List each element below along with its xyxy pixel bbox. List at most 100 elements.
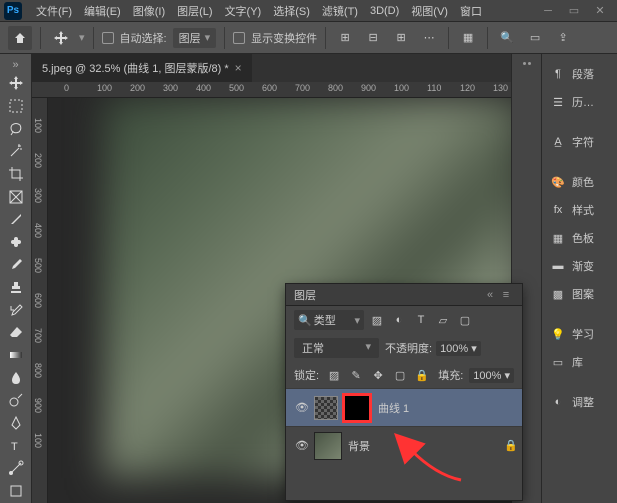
layer-name[interactable]: 曲线 1 (378, 400, 518, 416)
opacity-label: 不透明度: (385, 340, 432, 356)
panel-history[interactable]: ☰历… (542, 88, 617, 116)
layer-thumbnail[interactable] (314, 432, 342, 460)
transform-checkbox[interactable] (233, 32, 245, 44)
panel-adjustments[interactable]: ◐调整 (542, 388, 617, 416)
history-icon: ☰ (550, 94, 566, 110)
layers-panel-title[interactable]: 图层 (294, 287, 482, 303)
visibility-icon[interactable]: 👁 (290, 439, 314, 452)
layer-mask-thumbnail[interactable] (342, 393, 372, 423)
ruler-vertical[interactable]: 100200300400500600700800900100 (32, 98, 48, 503)
lock-artboard-icon[interactable]: ▢ (391, 366, 409, 384)
menu-type[interactable]: 文字(Y) (219, 3, 268, 19)
adjustment-thumbnail[interactable] (314, 396, 338, 420)
tab-title: 5.jpeg @ 32.5% (曲线 1, 图层蒙版/8) * (42, 60, 229, 76)
dodge-tool[interactable] (2, 390, 30, 411)
history-brush-tool[interactable] (2, 299, 30, 320)
menu-file[interactable]: 文件(F) (30, 3, 78, 19)
lock-paint-icon[interactable]: ✎ (347, 366, 365, 384)
crop-tool[interactable] (2, 164, 30, 185)
lock-icon: 🔒 (504, 439, 518, 452)
shape-tool[interactable] (2, 480, 30, 501)
menu-3d[interactable]: 3D(D) (364, 5, 405, 17)
layer-filter-dropdown[interactable]: 🔍类型▾ (294, 310, 364, 330)
healing-tool[interactable] (2, 232, 30, 253)
panel-learn[interactable]: 💡学习 (542, 320, 617, 348)
pen-tool[interactable] (2, 413, 30, 434)
stamp-tool[interactable] (2, 277, 30, 298)
search-icon[interactable]: 🔍 (496, 27, 518, 49)
more-icon[interactable]: ⋯ (418, 27, 440, 49)
filter-shape-icon[interactable]: ▱ (434, 311, 452, 329)
menu-edit[interactable]: 编辑(E) (78, 3, 127, 19)
lock-all-icon[interactable]: 🔒 (413, 366, 431, 384)
home-icon[interactable] (8, 26, 32, 50)
menu-layer[interactable]: 图层(L) (171, 3, 218, 19)
brush-tool[interactable] (2, 254, 30, 275)
opacity-value[interactable]: 100% ▾ (436, 341, 481, 356)
panel-swatches[interactable]: ▦色板 (542, 224, 617, 252)
maximize-icon[interactable]: ▭ (561, 0, 587, 22)
layer-row[interactable]: 👁 背景 🔒 (286, 426, 522, 464)
panel-patterns[interactable]: ▩图案 (542, 280, 617, 308)
visibility-icon[interactable]: 👁 (290, 401, 314, 414)
app-logo: Ps (4, 2, 22, 20)
layer-name[interactable]: 背景 (348, 438, 504, 454)
panel-styles[interactable]: fx样式 (542, 196, 617, 224)
menu-view[interactable]: 视图(V) (405, 3, 454, 19)
ruler-horizontal[interactable]: 0100200300400500600700800900100110120130 (32, 82, 511, 98)
move-tool-icon[interactable] (49, 26, 73, 50)
menubar: Ps 文件(F) 编辑(E) 图像(I) 图层(L) 文字(Y) 选择(S) 滤… (0, 0, 617, 22)
lasso-tool[interactable] (2, 118, 30, 139)
tab-close-icon[interactable]: × (235, 61, 242, 75)
filter-smart-icon[interactable]: ▢ (456, 311, 474, 329)
blur-tool[interactable] (2, 367, 30, 388)
menu-filter[interactable]: 滤镜(T) (316, 3, 364, 19)
marquee-tool[interactable] (2, 96, 30, 117)
lock-transparency-icon[interactable]: ▨ (325, 366, 343, 384)
align-right-icon[interactable]: ⊞ (390, 27, 412, 49)
autoselect-checkbox[interactable] (102, 32, 114, 44)
gradient-tool[interactable] (2, 345, 30, 366)
document-tab[interactable]: 5.jpeg @ 32.5% (曲线 1, 图层蒙版/8) * × (32, 54, 252, 82)
menu-select[interactable]: 选择(S) (267, 3, 316, 19)
adjustments-icon: ◐ (550, 394, 566, 410)
share-icon[interactable]: ⇪ (552, 27, 574, 49)
3d-mode-icon[interactable]: ▦ (457, 27, 479, 49)
filter-pixel-icon[interactable]: ▨ (368, 311, 386, 329)
paragraph-icon: ¶ (550, 66, 566, 82)
close-icon[interactable]: ✕ (587, 0, 613, 22)
align-center-icon[interactable]: ⊟ (362, 27, 384, 49)
fill-value[interactable]: 100% ▾ (469, 368, 514, 383)
panel-character[interactable]: A̲字符 (542, 128, 617, 156)
toolbox: » T (0, 54, 32, 503)
wand-tool[interactable] (2, 141, 30, 162)
panel-menu-icon[interactable]: ≡ (498, 289, 514, 301)
layer-row[interactable]: 👁 曲线 1 (286, 388, 522, 426)
toolbox-expand-icon[interactable]: » (2, 58, 30, 71)
panel-paragraph[interactable]: ¶段落 (542, 60, 617, 88)
menu-image[interactable]: 图像(I) (127, 3, 171, 19)
path-tool[interactable] (2, 458, 30, 479)
panel-libraries[interactable]: ▭库 (542, 348, 617, 376)
blend-mode-dropdown[interactable]: 正常▾ (294, 338, 379, 358)
frame-icon[interactable]: ▭ (524, 27, 546, 49)
autoselect-target-dropdown[interactable]: 图层▾ (173, 28, 217, 48)
panel-gradients[interactable]: ▬渐变 (542, 252, 617, 280)
menu-window[interactable]: 窗口 (454, 3, 488, 19)
panel-collapse-icon[interactable]: « (482, 289, 498, 301)
layers-panel: 图层 « ≡ 🔍类型▾ ▨ ◐ T ▱ ▢ 正常▾ 不透明度: 100% ▾ 锁… (285, 283, 523, 501)
move-tool[interactable] (2, 73, 30, 94)
lock-label: 锁定: (294, 367, 319, 383)
panel-color[interactable]: 🎨颜色 (542, 168, 617, 196)
frame-tool[interactable] (2, 186, 30, 207)
minimize-icon[interactable]: ─ (535, 0, 561, 22)
eraser-tool[interactable] (2, 322, 30, 343)
type-tool[interactable]: T (2, 435, 30, 456)
character-icon: A̲ (550, 134, 566, 150)
svg-text:T: T (11, 441, 18, 453)
filter-adjustment-icon[interactable]: ◐ (390, 311, 408, 329)
eyedropper-tool[interactable] (2, 209, 30, 230)
align-left-icon[interactable]: ⊞ (334, 27, 356, 49)
filter-type-icon[interactable]: T (412, 311, 430, 329)
lock-position-icon[interactable]: ✥ (369, 366, 387, 384)
